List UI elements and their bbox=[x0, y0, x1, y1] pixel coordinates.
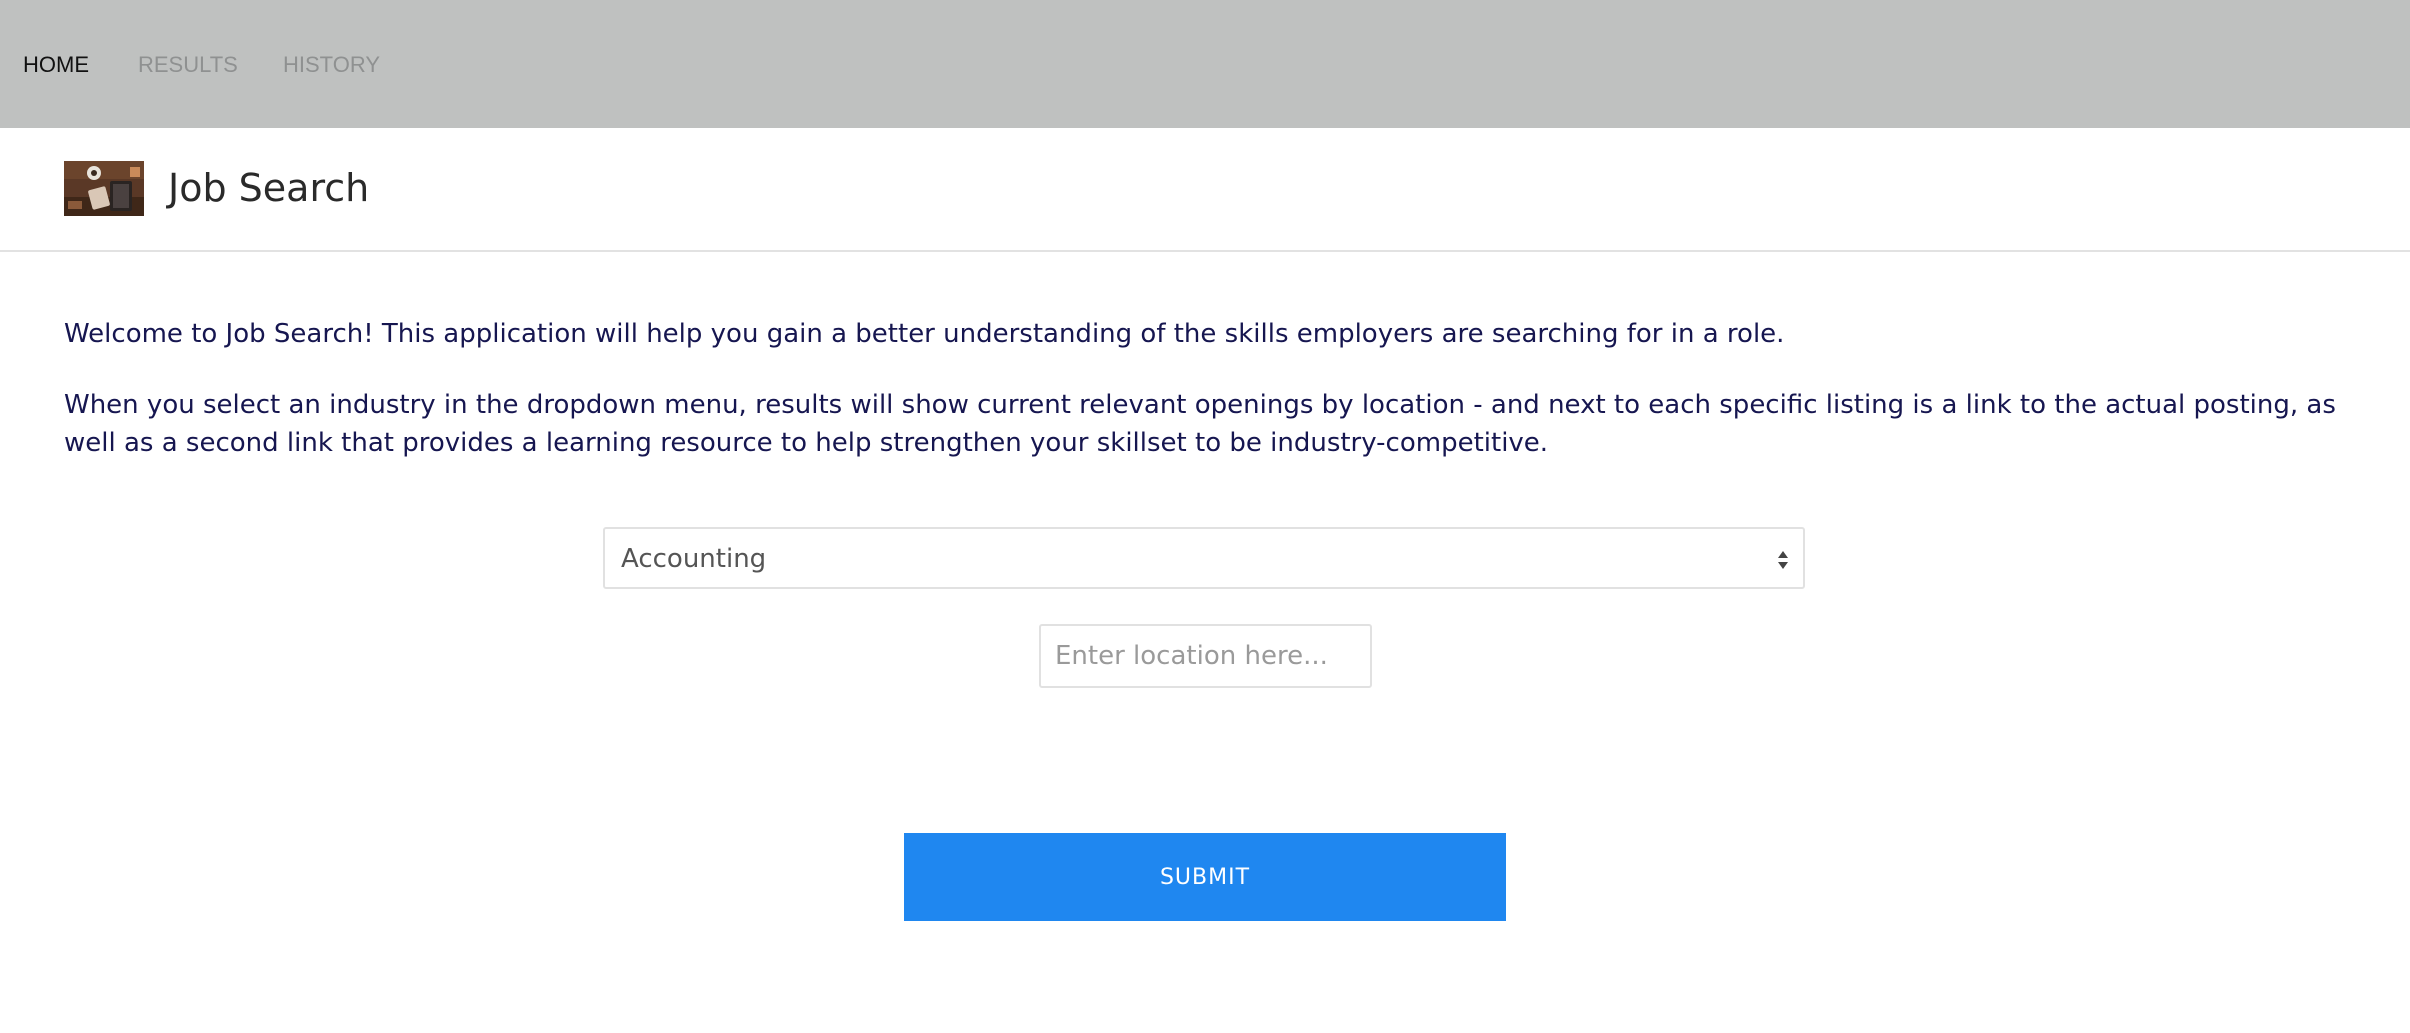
top-navbar: HOME RESULTS HISTORY bbox=[0, 0, 2410, 128]
industry-select[interactable]: Accounting bbox=[603, 527, 1805, 589]
location-input[interactable] bbox=[1039, 624, 1372, 688]
desk-photo-thumbnail-icon bbox=[64, 161, 144, 216]
page-title: Job Search bbox=[168, 166, 370, 210]
submit-button[interactable]: SUBMIT bbox=[904, 833, 1506, 921]
industry-select-value: Accounting bbox=[621, 544, 767, 574]
nav-results-link[interactable]: RESULTS bbox=[138, 52, 238, 78]
select-arrows-icon bbox=[1777, 548, 1789, 572]
nav-home-link[interactable]: HOME bbox=[23, 52, 89, 78]
page-header: Job Search bbox=[0, 128, 2410, 252]
nav-history-link[interactable]: HISTORY bbox=[283, 52, 380, 78]
instructions-paragraph: When you select an industry in the dropd… bbox=[64, 390, 2336, 458]
welcome-paragraph: Welcome to Job Search! This application … bbox=[64, 319, 1785, 349]
